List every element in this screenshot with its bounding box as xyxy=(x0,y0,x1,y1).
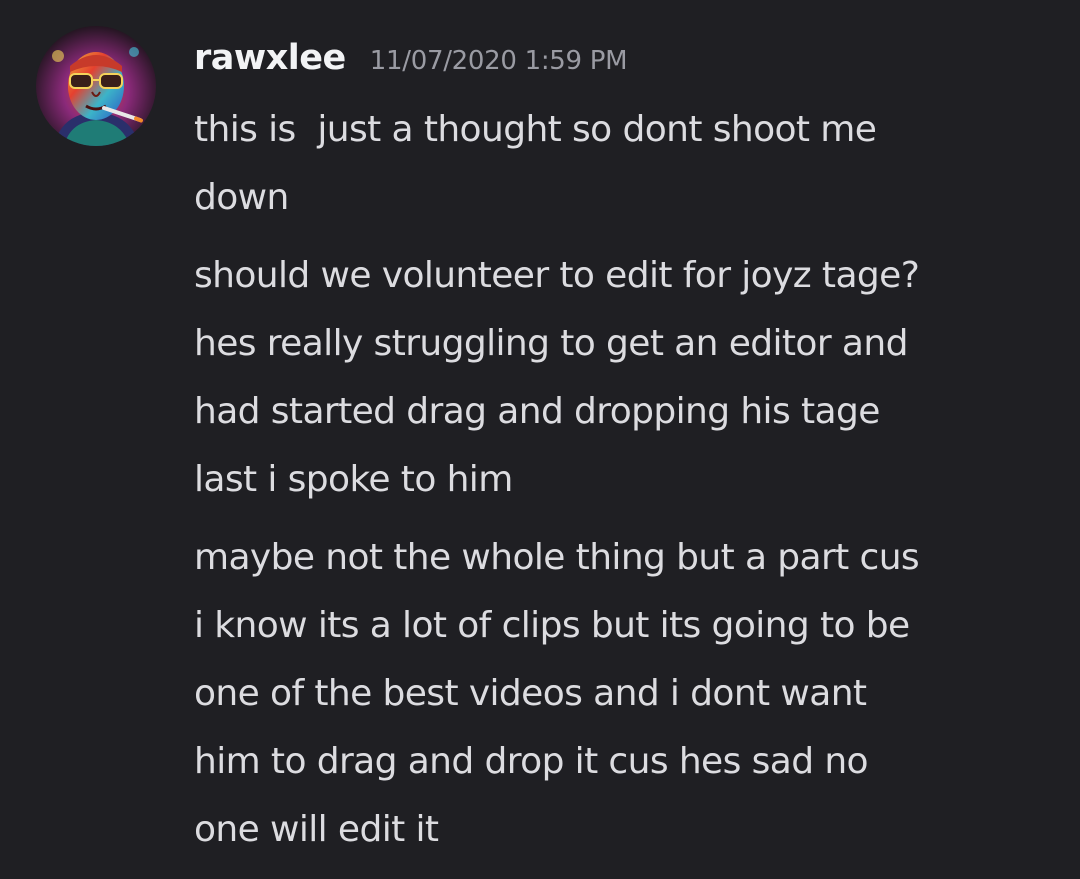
chat-view: rawxlee 11/07/2020 1:59 PM this is just … xyxy=(0,0,1080,879)
message-text: should we volunteer to edit for joyz tag… xyxy=(194,255,920,500)
message-text: maybe not the whole thing but a part cus… xyxy=(194,537,920,850)
user-avatar-icon[interactable] xyxy=(36,26,156,146)
message-header: rawxlee 11/07/2020 1:59 PM xyxy=(194,38,628,86)
message-timestamp: 11/07/2020 1:59 PM xyxy=(369,46,628,76)
author-username[interactable]: rawxlee xyxy=(194,38,346,78)
message-body: this is just a thought so dont shoot me … xyxy=(194,96,1064,864)
message-text: this is just a thought so dont shoot me … xyxy=(194,109,877,218)
